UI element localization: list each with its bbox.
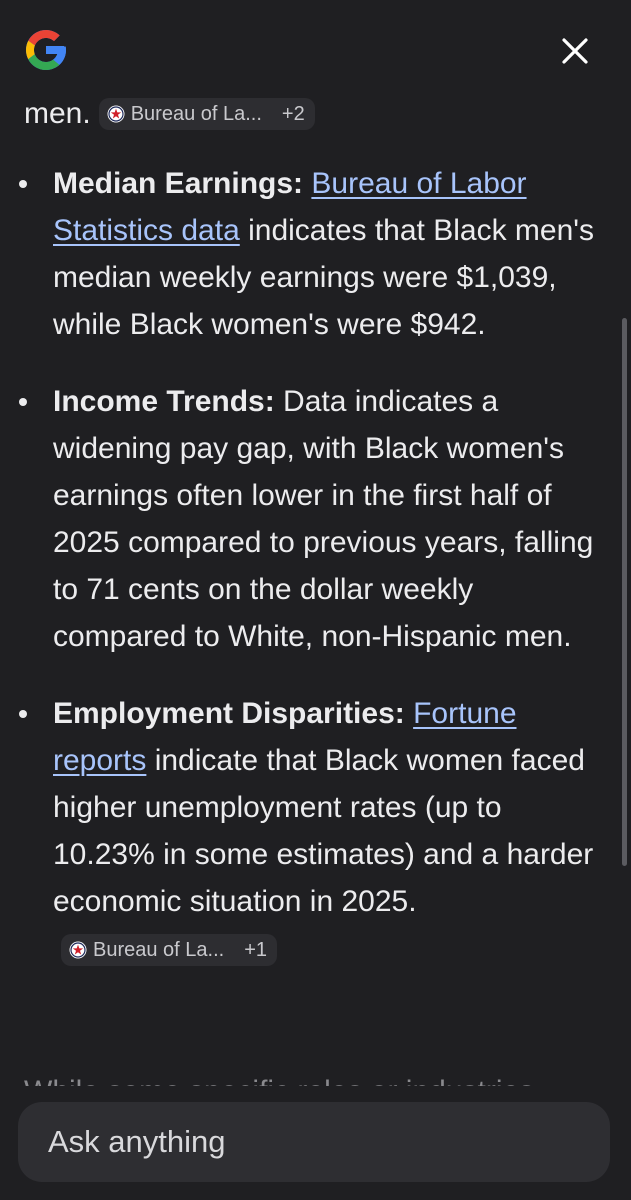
answer-content: men. Bureau of La... +2 Median Earnings:… xyxy=(0,90,631,1090)
bullet-heading: Income Trends: xyxy=(53,385,275,418)
source-chip[interactable]: Bureau of La... +1 xyxy=(61,934,278,967)
ask-input[interactable]: Ask anything xyxy=(18,1102,610,1182)
google-g-icon[interactable] xyxy=(22,26,70,74)
source-chip-count: +1 xyxy=(244,939,268,962)
bls-star-icon xyxy=(107,105,125,123)
input-bar: Ask anything xyxy=(0,1086,631,1200)
source-chip[interactable]: Bureau of La... +2 xyxy=(98,98,315,130)
list-item-median-earnings: Median Earnings: Bureau of Labor Statist… xyxy=(0,160,631,348)
list-item-income-trends: Income Trends: Data indicates a widening… xyxy=(0,378,631,660)
close-icon xyxy=(562,38,588,64)
scrollbar[interactable] xyxy=(622,318,627,866)
close-button[interactable] xyxy=(556,32,594,70)
list-item-employment-disparities: Employment Disparities: Fortune reports … xyxy=(0,690,631,972)
bullet-text: Data indicates a widening pay gap, with … xyxy=(53,385,594,653)
bullet-heading: Employment Disparities: xyxy=(53,697,405,730)
ai-mode-panel: men. Bureau of La... +2 Median Earnings:… xyxy=(0,0,631,1200)
bullet-heading: Median Earnings: xyxy=(53,167,304,200)
lead-text: men. xyxy=(24,97,91,130)
lead-line: men. Bureau of La... +2 xyxy=(24,92,315,136)
source-chip-label: Bureau of La... xyxy=(130,103,262,125)
bullet-list: Median Earnings: Bureau of Labor Statist… xyxy=(0,160,631,1002)
source-chip-count: +2 xyxy=(281,103,305,125)
source-chip-label: Bureau of La... xyxy=(93,939,225,962)
top-bar xyxy=(0,0,631,100)
bls-star-icon xyxy=(69,941,87,959)
